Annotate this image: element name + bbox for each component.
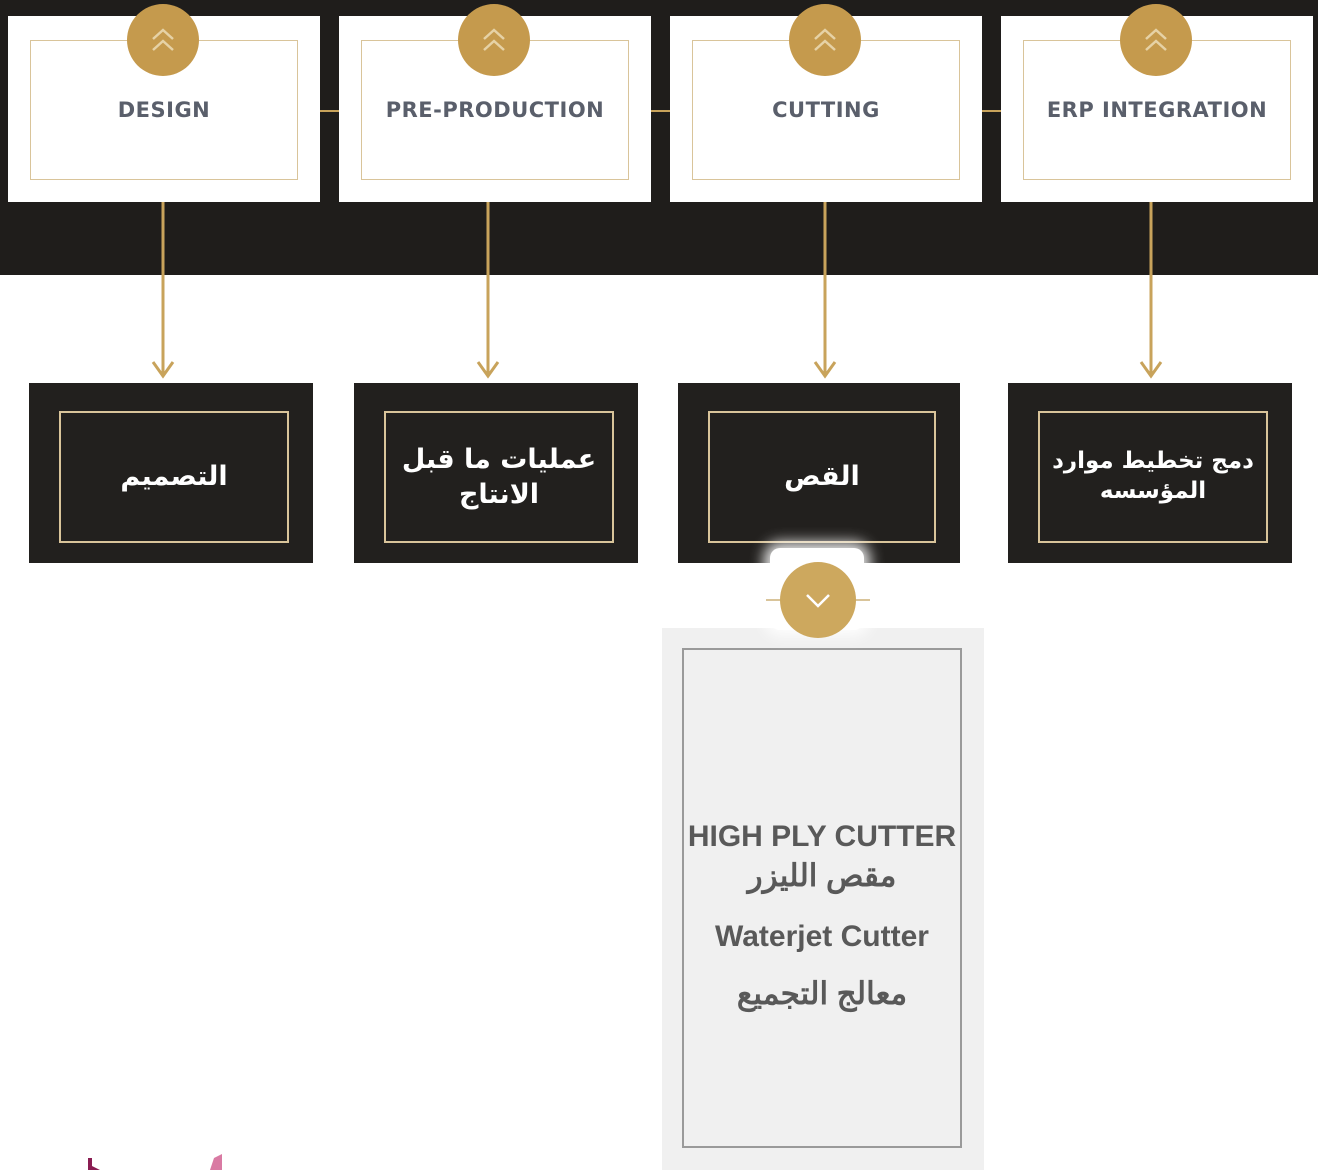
chevron-down-glyph — [806, 594, 830, 608]
partial-logo — [88, 1154, 222, 1170]
chevron-down-icon[interactable] — [780, 562, 856, 638]
toggle-side-lines — [766, 599, 870, 601]
